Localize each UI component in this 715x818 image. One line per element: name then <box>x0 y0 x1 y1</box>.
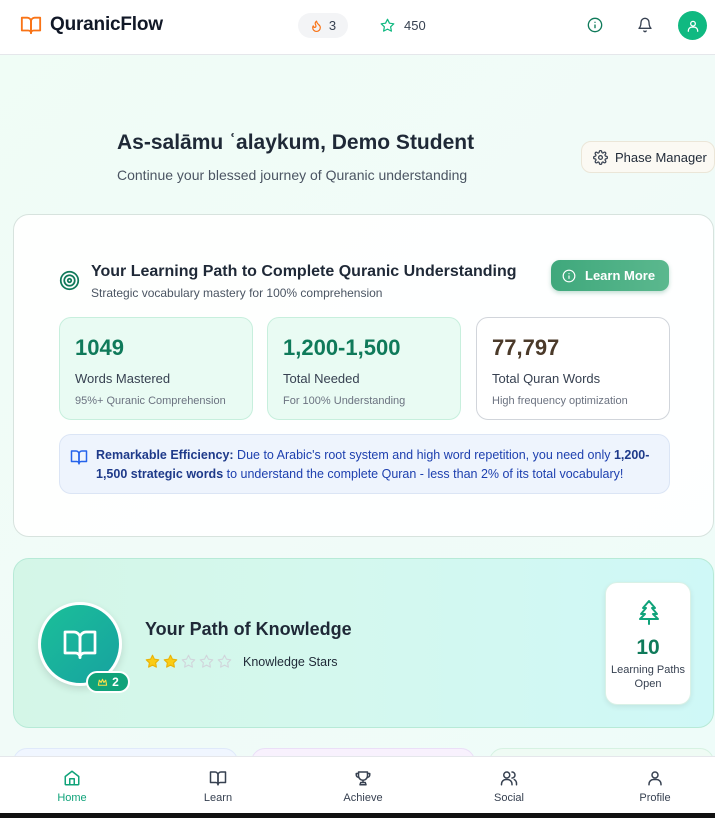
learn-more-button[interactable]: Learn More <box>551 260 669 291</box>
efficiency-note: Remarkable Efficiency: Due to Arabic's r… <box>59 434 670 494</box>
star-icon <box>380 18 395 33</box>
paths-open-box[interactable]: 10 Learning Paths Open <box>605 582 691 705</box>
star-filled-icon <box>145 654 160 669</box>
nav-label: Home <box>57 792 87 804</box>
book-icon <box>209 769 227 787</box>
bottom-edge <box>0 813 715 818</box>
flame-icon <box>310 19 323 33</box>
app-logo[interactable]: QuranicFlow <box>20 14 163 36</box>
knowledge-stars: Knowledge Stars <box>145 654 338 669</box>
stat-note: High frequency optimization <box>492 395 628 407</box>
nav-home[interactable]: Home <box>32 757 112 814</box>
home-icon <box>63 769 81 787</box>
crown-icon <box>97 677 108 688</box>
open-book-icon <box>20 14 42 36</box>
efficiency-text: Remarkable Efficiency: Due to Arabic's r… <box>96 446 662 484</box>
bell-icon[interactable] <box>637 17 653 33</box>
user-icon <box>686 19 700 33</box>
greeting-subtitle: Continue your blessed journey of Quranic… <box>117 167 468 183</box>
user-icon <box>646 769 664 787</box>
stat-label: Words Mastered <box>75 371 171 386</box>
info-icon[interactable] <box>587 17 603 33</box>
phase-manager-button[interactable]: Phase Manager <box>581 141 715 173</box>
info-icon <box>562 269 576 283</box>
learn-more-label: Learn More <box>585 268 656 283</box>
total-needed-stat: 1,200-1,500 Total Needed For 100% Unders… <box>267 317 461 420</box>
top-header: QuranicFlow 3 450 <box>0 0 715 55</box>
streak-counter[interactable]: 3 <box>298 13 348 38</box>
app-name: QuranicFlow <box>50 14 163 35</box>
star-filled-icon <box>163 654 178 669</box>
book-icon <box>70 448 88 466</box>
stat-note: 95%+ Quranic Comprehension <box>75 395 226 407</box>
trophy-icon <box>354 769 372 787</box>
efficiency-lead: Remarkable Efficiency: <box>96 448 234 462</box>
level-value: 2 <box>112 675 119 689</box>
star-empty-icon <box>217 654 232 669</box>
learning-path-subtitle: Strategic vocabulary mastery for 100% co… <box>91 286 383 300</box>
open-book-icon <box>62 626 98 662</box>
phase-manager-label: Phase Manager <box>615 149 707 165</box>
level-badge: 2 <box>86 671 130 693</box>
points-counter[interactable]: 450 <box>380 13 426 38</box>
bottom-nav: Home Learn Achieve Social Profile <box>0 756 715 813</box>
paths-open-label: Learning Paths Open <box>611 664 685 690</box>
efficiency-text-after: to understand the complete Quran - less … <box>223 467 624 481</box>
target-icon <box>59 270 80 291</box>
points-value: 450 <box>404 18 426 33</box>
star-empty-icon <box>199 654 214 669</box>
stat-label: Total Needed <box>283 371 360 386</box>
users-icon <box>500 769 518 787</box>
stat-value: 1049 <box>75 335 124 360</box>
stat-note: For 100% Understanding <box>283 395 406 407</box>
star-empty-icon <box>181 654 196 669</box>
paths-open-count: 10 <box>636 636 660 659</box>
learning-path-card: Your Learning Path to Complete Quranic U… <box>13 214 714 537</box>
stat-value: 77,797 <box>492 335 560 360</box>
total-quran-words-stat: 77,797 Total Quran Words High frequency … <box>476 317 670 420</box>
nav-label: Social <box>494 792 524 804</box>
efficiency-text-before: Due to Arabic's root system and high wor… <box>233 448 614 462</box>
nav-label: Achieve <box>343 792 383 804</box>
learning-path-title: Your Learning Path to Complete Quranic U… <box>91 263 517 280</box>
nav-profile[interactable]: Profile <box>615 757 695 814</box>
knowledge-title: Your Path of Knowledge <box>145 619 352 639</box>
stars-label: Knowledge Stars <box>243 654 338 669</box>
words-mastered-stat: 1049 Words Mastered 95%+ Quranic Compreh… <box>59 317 253 420</box>
knowledge-card[interactable]: 2 Your Path of Knowledge Knowledge Stars… <box>13 558 714 728</box>
gear-icon <box>593 149 608 165</box>
stat-label: Total Quran Words <box>492 371 601 386</box>
nav-social[interactable]: Social <box>469 757 549 814</box>
user-avatar[interactable] <box>678 11 707 40</box>
nav-achieve[interactable]: Achieve <box>323 757 403 814</box>
streak-value: 3 <box>328 18 337 33</box>
stat-value: 1,200-1,500 <box>283 335 401 360</box>
nav-learn[interactable]: Learn <box>178 757 258 814</box>
nav-label: Profile <box>639 792 671 804</box>
greeting-title: As-salāmu ʿalaykum, Demo Student <box>117 131 475 154</box>
tree-icon <box>637 599 661 625</box>
nav-label: Learn <box>203 792 233 804</box>
